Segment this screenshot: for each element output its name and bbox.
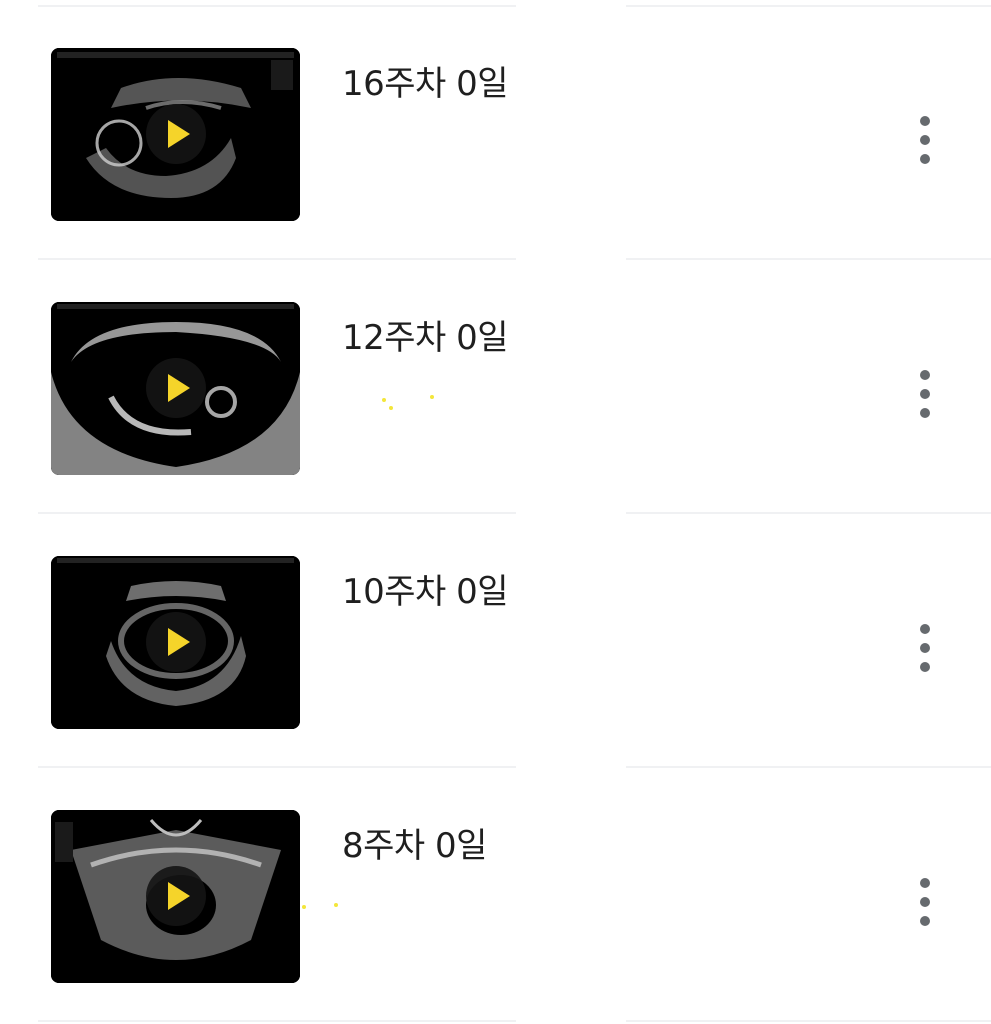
play-button[interactable]	[146, 612, 206, 672]
more-vertical-icon	[920, 878, 930, 888]
more-dot	[920, 408, 930, 418]
more-dot	[920, 154, 930, 164]
more-vertical-icon	[920, 116, 930, 126]
play-button[interactable]	[146, 104, 206, 164]
video-thumbnail[interactable]	[51, 556, 300, 729]
more-options-button[interactable]	[905, 874, 945, 930]
more-vertical-icon	[920, 624, 930, 634]
sparkle-decoration	[302, 905, 306, 909]
blank-column	[516, 0, 626, 1024]
play-button[interactable]	[146, 866, 206, 926]
more-options-button[interactable]	[905, 366, 945, 422]
more-dot	[920, 135, 930, 145]
play-icon	[168, 628, 190, 656]
play-button[interactable]	[146, 358, 206, 418]
video-thumbnail[interactable]	[51, 48, 300, 221]
sparkle-decoration	[334, 903, 338, 907]
ultrasound-video-list: 16주차 0일 12주차 0일 10주차 0일 8주차 0일	[0, 0, 991, 1024]
week-title: 10주차 0일	[342, 572, 509, 612]
week-title: 8주차 0일	[342, 826, 487, 866]
more-options-button[interactable]	[905, 620, 945, 676]
sparkle-decoration	[389, 406, 393, 410]
list-item[interactable]: 10주차 0일	[0, 514, 991, 766]
video-thumbnail[interactable]	[51, 302, 300, 475]
list-item[interactable]: 12주차 0일	[0, 260, 991, 512]
video-thumbnail[interactable]	[51, 810, 300, 983]
sparkle-decoration	[382, 398, 386, 402]
list-item[interactable]: 8주차 0일	[0, 768, 991, 1020]
week-title: 16주차 0일	[342, 64, 509, 104]
sparkle-decoration	[430, 395, 434, 399]
more-dot	[920, 643, 930, 653]
more-vertical-icon	[920, 370, 930, 380]
play-icon	[168, 374, 190, 402]
more-dot	[920, 389, 930, 399]
play-icon	[168, 882, 190, 910]
more-dot	[920, 897, 930, 907]
divider	[38, 1020, 991, 1022]
play-icon	[168, 120, 190, 148]
more-dot	[920, 662, 930, 672]
week-title: 12주차 0일	[342, 318, 509, 358]
more-options-button[interactable]	[905, 112, 945, 168]
more-dot	[920, 916, 930, 926]
list-item[interactable]: 16주차 0일	[0, 6, 991, 258]
